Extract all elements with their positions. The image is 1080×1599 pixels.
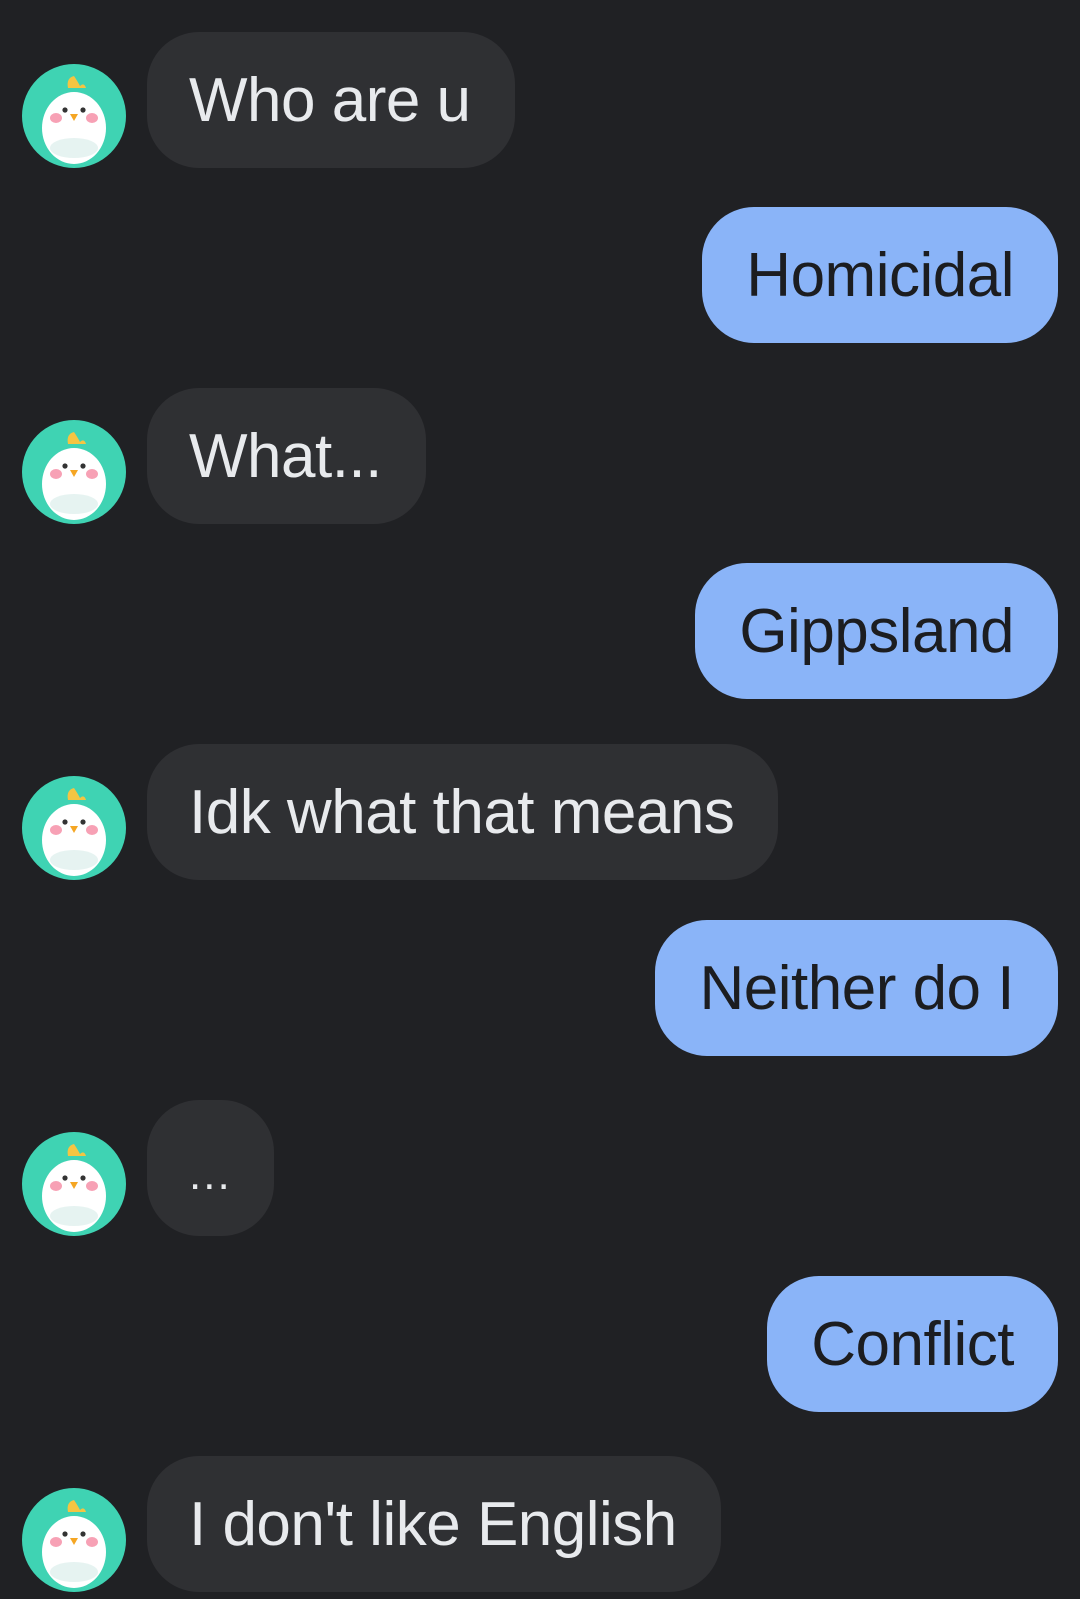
incoming-message-bubble[interactable]: ... bbox=[147, 1100, 274, 1236]
message-text: Conflict bbox=[811, 1309, 1014, 1379]
outgoing-message-bubble[interactable]: Homicidal bbox=[702, 207, 1058, 343]
chicken-avatar-icon[interactable] bbox=[22, 420, 126, 524]
message-text: ... bbox=[189, 1150, 232, 1199]
chicken-avatar-icon[interactable] bbox=[22, 64, 126, 168]
chicken-avatar-icon[interactable] bbox=[22, 1488, 126, 1592]
outgoing-message-bubble[interactable]: Neither do I bbox=[655, 920, 1058, 1056]
message-row-outgoing: Homicidal bbox=[0, 207, 1080, 343]
message-text: What... bbox=[189, 421, 382, 491]
outgoing-message-bubble[interactable]: Gippsland bbox=[695, 563, 1058, 699]
message-text: Homicidal bbox=[746, 240, 1014, 310]
message-row-incoming: Idk what that means bbox=[0, 744, 1080, 880]
message-text: I don't like English bbox=[189, 1489, 677, 1559]
message-text: Idk what that means bbox=[189, 777, 735, 847]
message-row-outgoing: Neither do I bbox=[0, 920, 1080, 1056]
incoming-message-bubble[interactable]: Who are u bbox=[147, 32, 515, 168]
chat-thread: Who are u Homicidal What... Gippsland Id… bbox=[0, 0, 1080, 1599]
message-row-outgoing: Conflict bbox=[0, 1276, 1080, 1412]
message-row-incoming: Who are u bbox=[0, 32, 1080, 168]
incoming-message-bubble[interactable]: What... bbox=[147, 388, 426, 524]
incoming-message-bubble[interactable]: Idk what that means bbox=[147, 744, 779, 880]
message-text: Neither do I bbox=[699, 953, 1014, 1023]
message-text: Gippsland bbox=[739, 596, 1014, 666]
message-text: Who are u bbox=[189, 65, 471, 135]
chicken-avatar-icon[interactable] bbox=[22, 776, 126, 880]
message-row-incoming: ... bbox=[0, 1100, 1080, 1236]
message-row-incoming: What... bbox=[0, 388, 1080, 524]
message-row-outgoing: Gippsland bbox=[0, 563, 1080, 699]
chicken-avatar-icon[interactable] bbox=[22, 1132, 126, 1236]
outgoing-message-bubble[interactable]: Conflict bbox=[767, 1276, 1058, 1412]
incoming-message-bubble[interactable]: I don't like English bbox=[147, 1456, 721, 1592]
message-row-incoming: I don't like English bbox=[0, 1456, 1080, 1592]
